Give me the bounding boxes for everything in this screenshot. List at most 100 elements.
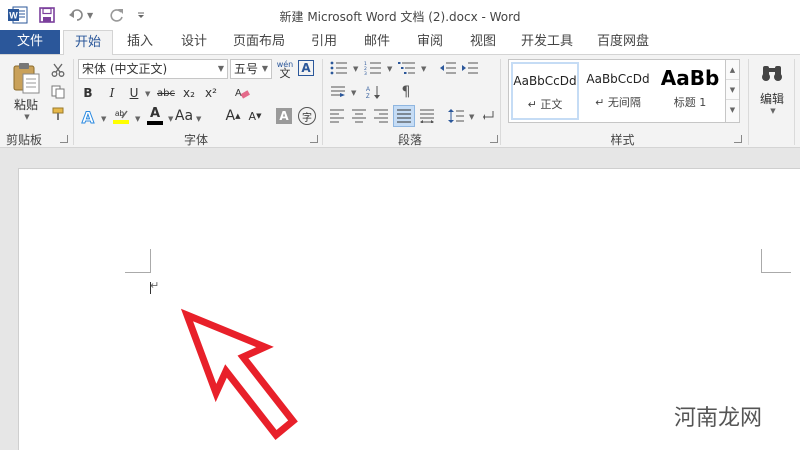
underline-dropdown-icon[interactable]: ▼ — [145, 90, 150, 98]
enclose-characters-button[interactable]: 字 — [298, 107, 316, 125]
tab-insert[interactable]: 插入 — [118, 30, 162, 54]
justify-icon — [397, 109, 411, 123]
tab-file[interactable]: 文件 — [0, 30, 60, 54]
tab-design[interactable]: 设计 — [172, 30, 216, 54]
styles-scrollbar[interactable]: ▲ ▼ ▼ — [725, 60, 739, 122]
paste-dropdown-icon: ▼ — [24, 112, 30, 121]
tab-page-layout[interactable]: 页面布局 — [226, 30, 292, 54]
clear-formatting-button[interactable]: A — [232, 84, 252, 102]
line-spacing-button[interactable] — [446, 107, 466, 125]
shrink-font-button[interactable]: A ▼ — [246, 107, 264, 125]
font-size-value: 五号 — [234, 62, 259, 76]
tab-mailings[interactable]: 邮件 — [355, 30, 399, 54]
character-border-button[interactable]: A — [298, 60, 314, 76]
ribbon-tabs: 文件 开始 插入 设计 页面布局 引用 邮件 审阅 视图 开发工具 百度网盘 — [0, 30, 800, 55]
superscript-label: x² — [205, 86, 217, 100]
styles-more-icon[interactable]: ▼ — [726, 100, 739, 120]
editing-label: 编辑 — [759, 91, 784, 106]
paste-button[interactable]: 粘贴 ▼ — [8, 61, 44, 121]
italic-button[interactable]: I — [104, 84, 120, 102]
font-color-button[interactable]: A — [145, 105, 165, 127]
format-painter-button[interactable] — [48, 105, 68, 123]
sort-icon: AZ — [366, 86, 380, 99]
styles-scroll-down-icon[interactable]: ▼ — [726, 80, 739, 100]
show-marks-button[interactable]: ¶ — [396, 83, 416, 101]
group-divider — [748, 59, 749, 145]
styles-launcher-icon[interactable] — [734, 135, 742, 143]
increase-indent-button[interactable] — [460, 59, 480, 77]
strikethrough-button[interactable]: abc — [155, 84, 177, 102]
line-spacing-dropdown-icon[interactable]: ▼ — [469, 113, 474, 121]
text-cursor — [150, 282, 151, 294]
change-case-icon: Aa — [174, 108, 194, 124]
grow-font-button[interactable]: A ▲ — [224, 107, 242, 125]
subscript-button[interactable]: x₂ — [180, 84, 198, 102]
styles-scroll-up-icon[interactable]: ▲ — [726, 60, 739, 80]
style-normal[interactable]: AaBbCcDd ↵ 正文 — [511, 62, 579, 120]
align-right-button[interactable] — [372, 107, 390, 125]
numbering-icon: 123 — [364, 61, 381, 75]
align-center-button[interactable] — [350, 107, 368, 125]
cut-button[interactable] — [48, 61, 68, 79]
paste-label: 粘贴 — [13, 97, 38, 112]
font-launcher-icon[interactable] — [310, 135, 318, 143]
enclose-characters-label: 字 — [302, 112, 312, 124]
underline-label: U — [129, 86, 139, 100]
shrink-font-label: A — [248, 109, 257, 123]
text-effects-dropdown-icon[interactable]: ▼ — [101, 115, 106, 123]
style-no-spacing[interactable]: AaBbCcDd ↵ 无间隔 — [583, 62, 653, 120]
text-effects-icon: A — [81, 107, 95, 127]
font-color-icon: A — [149, 106, 161, 121]
rtl-button[interactable] — [482, 109, 496, 123]
font-color-dropdown-icon[interactable]: ▼ — [168, 115, 173, 123]
highlight-dropdown-icon[interactable]: ▼ — [135, 115, 140, 123]
align-left-button[interactable] — [328, 107, 346, 125]
highlight-button[interactable]: ab — [110, 105, 132, 127]
chinese-layout-dropdown-icon[interactable]: ▼ — [351, 89, 356, 97]
font-size-combo[interactable]: 五号 ▼ — [230, 59, 272, 79]
sort-button[interactable]: AZ — [364, 83, 384, 101]
tab-references[interactable]: 引用 — [302, 30, 346, 54]
tab-baidu-netdisk[interactable]: 百度网盘 — [590, 30, 656, 54]
character-shading-label: A — [279, 109, 289, 123]
distributed-button[interactable] — [418, 107, 436, 125]
change-case-button[interactable]: Aa — [174, 107, 194, 125]
bullets-icon — [330, 61, 347, 75]
copy-button[interactable] — [48, 83, 68, 101]
multilevel-list-icon — [398, 62, 415, 74]
bullets-dropdown-icon[interactable]: ▼ — [353, 65, 358, 73]
font-name-value: 宋体 (中文正文) — [82, 62, 168, 76]
decrease-indent-button[interactable] — [438, 59, 458, 77]
ribbon: 粘贴 ▼ 剪贴板 宋体 (中文正文) ▼ 五号 ▼ wén 文 A B I U … — [0, 54, 800, 148]
red-arrow-annotation — [180, 308, 298, 440]
editing-button[interactable]: 编辑 ▼ — [754, 61, 790, 117]
style-normal-name: ↵ 正文 — [527, 98, 563, 111]
multilevel-dropdown-icon[interactable]: ▼ — [421, 65, 426, 73]
style-heading-1[interactable]: AaBb 标题 1 — [655, 62, 725, 120]
superscript-button[interactable]: x² — [202, 84, 220, 102]
font-name-combo[interactable]: 宋体 (中文正文) ▼ — [78, 59, 228, 79]
bullets-button[interactable] — [328, 59, 350, 77]
tab-home[interactable]: 开始 — [63, 30, 113, 55]
underline-button[interactable]: U — [126, 84, 142, 102]
multilevel-list-button[interactable] — [396, 59, 418, 77]
paragraph-launcher-icon[interactable] — [490, 135, 498, 143]
bold-button[interactable]: B — [80, 84, 96, 102]
font-size-dropdown-icon[interactable]: ▼ — [262, 60, 268, 78]
character-shading-button[interactable]: A — [276, 108, 292, 124]
font-name-dropdown-icon[interactable]: ▼ — [218, 60, 224, 78]
clipboard-launcher-icon[interactable] — [60, 135, 68, 143]
tab-developer[interactable]: 开发工具 — [514, 30, 580, 54]
crop-mark-top-right — [761, 249, 791, 273]
change-case-dropdown-icon[interactable]: ▼ — [196, 115, 201, 123]
tab-view[interactable]: 视图 — [461, 30, 505, 54]
text-effects-button[interactable]: A — [78, 107, 98, 127]
crop-mark-top-left — [125, 249, 151, 273]
binoculars-icon — [762, 65, 782, 81]
numbering-button[interactable]: 123 — [362, 59, 384, 77]
phonetic-guide-button[interactable]: wén 文 — [275, 58, 295, 80]
tab-review[interactable]: 审阅 — [408, 30, 452, 54]
numbering-dropdown-icon[interactable]: ▼ — [387, 65, 392, 73]
chinese-layout-button[interactable] — [328, 83, 348, 101]
justify-button[interactable] — [393, 105, 415, 127]
